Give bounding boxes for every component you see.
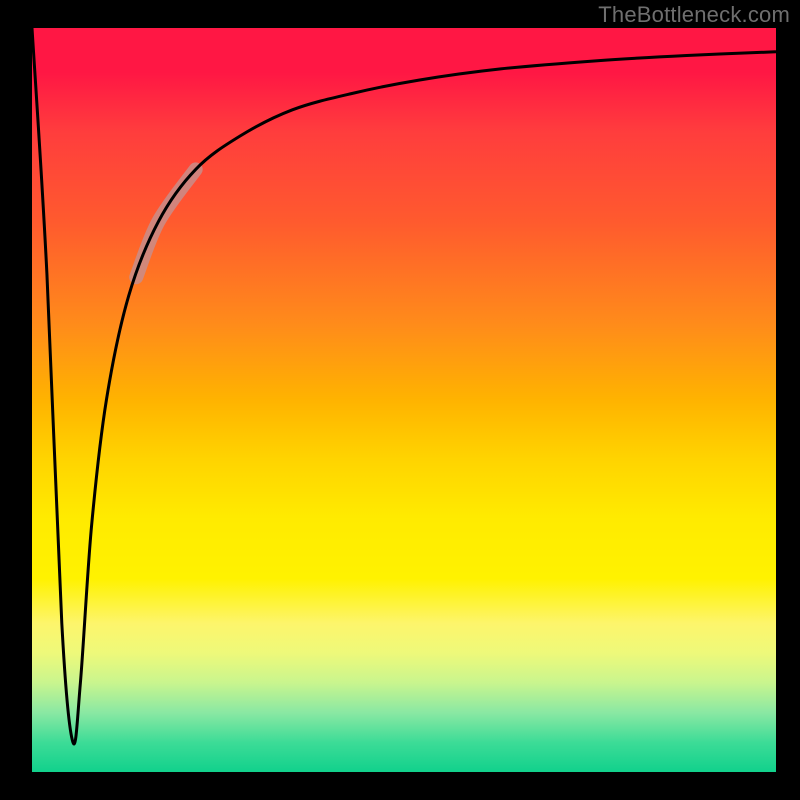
- highlight-segment: [136, 169, 196, 277]
- plot-area: [32, 28, 776, 772]
- watermark-text: TheBottleneck.com: [598, 2, 790, 28]
- bottleneck-curve: [32, 28, 776, 744]
- curve-svg: [32, 28, 776, 772]
- chart-frame: TheBottleneck.com: [0, 0, 800, 800]
